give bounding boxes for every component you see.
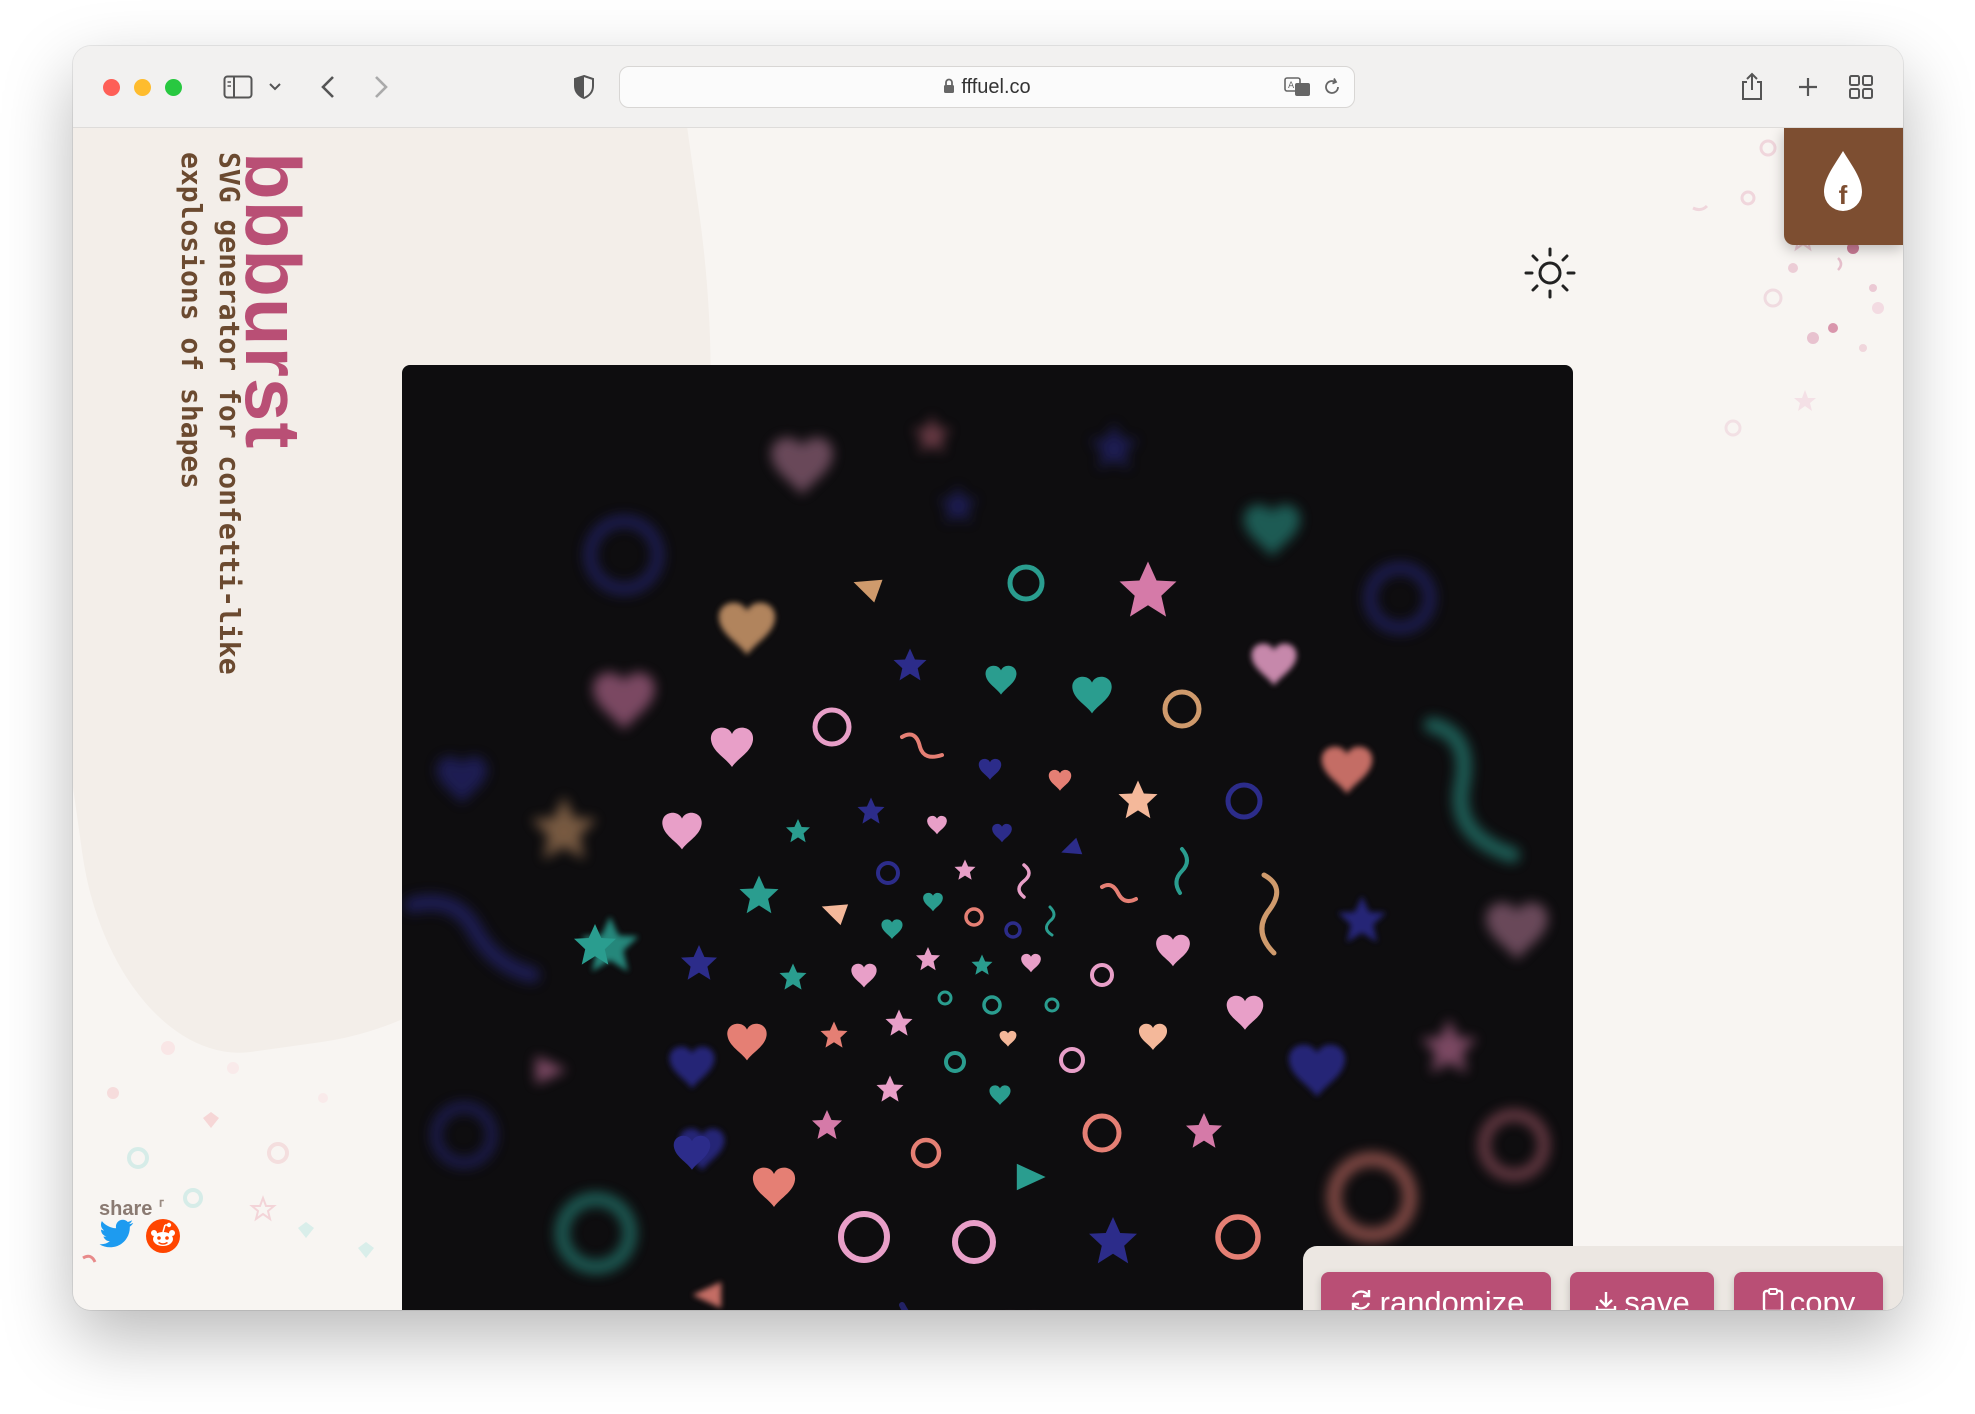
sidebar-toggle-icon[interactable] [221,70,255,104]
zoom-window-button[interactable] [165,79,182,96]
refresh-icon [1348,1285,1374,1310]
save-button[interactable]: save [1570,1272,1714,1310]
app-subtitle-line1: SVG generator for confetti-like [213,152,246,675]
forward-arrow-icon[interactable] [369,70,393,104]
reload-icon[interactable] [1322,77,1342,102]
randomize-button[interactable]: randomize [1321,1272,1551,1310]
new-tab-icon[interactable] [1793,70,1823,104]
copy-label: copy [1789,1285,1856,1310]
droplet-logo-icon: f [1824,151,1862,211]
brand-letter: f [1839,180,1848,210]
lock-icon [943,68,955,108]
browser-toolbar: fffuel.co A [73,46,1903,128]
page-content: bbburst SVG generator for confetti-like … [73,128,1903,1310]
privacy-shield-icon[interactable] [570,70,598,104]
twitter-icon[interactable] [99,1218,135,1255]
app-subtitle-line2: explosions of shapes [175,152,208,490]
sun-icon[interactable] [1523,246,1577,305]
confetti-preview-canvas [402,365,1573,1310]
back-arrow-icon[interactable] [316,70,340,104]
randomize-label: randomize [1379,1285,1525,1310]
svg-text:A: A [1288,81,1295,91]
fffuel-logo-tab[interactable]: f [1784,128,1903,245]
chevron-down-icon[interactable] [266,70,284,104]
decorative-confetti-bottom-left [82,1041,374,1263]
share-icon[interactable] [1737,70,1767,104]
save-label: save [1624,1285,1690,1310]
minimize-window-button[interactable] [134,79,151,96]
url-text: fffuel.co [961,76,1031,98]
download-icon [1594,1285,1618,1310]
tab-overview-icon[interactable] [1846,70,1876,104]
copy-button[interactable]: copy [1734,1272,1883,1310]
browser-window: fffuel.co A bbburst SVG generator for co… [73,46,1903,1310]
reddit-icon[interactable] [145,1218,181,1259]
translate-icon[interactable]: A [1284,76,1312,103]
address-bar[interactable]: fffuel.co A [619,66,1355,108]
clipboard-icon [1762,1285,1784,1310]
close-window-button[interactable] [103,79,120,96]
